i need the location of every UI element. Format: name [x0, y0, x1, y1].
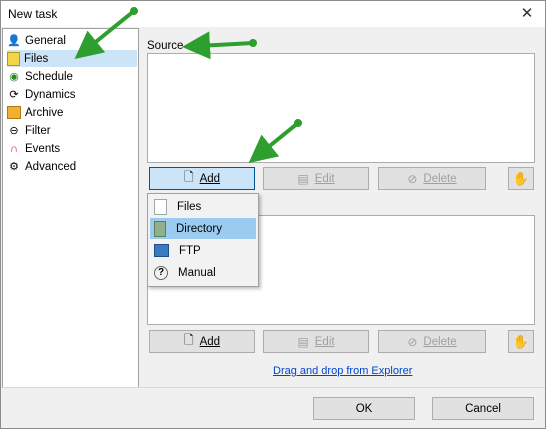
arrow-to-files [74, 7, 138, 60]
annotation-arrows [74, 7, 302, 164]
arrow-to-add [248, 119, 302, 164]
new-task-dialog: New task ✕ 👤 General Files ◉ Schedule ⟳ … [0, 0, 546, 429]
arrow-to-source [182, 31, 257, 60]
